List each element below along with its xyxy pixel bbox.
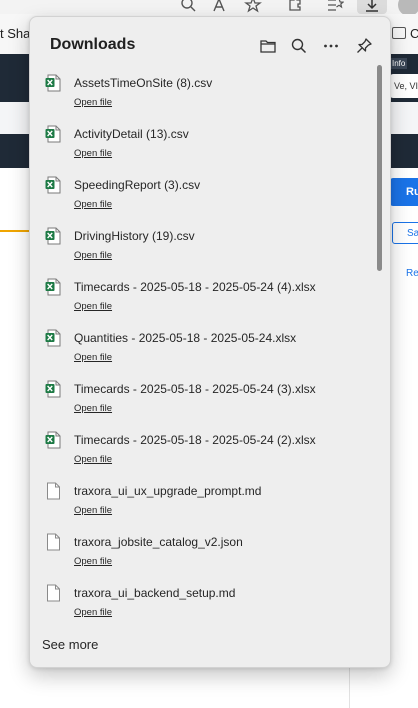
- excel-file-icon: [45, 74, 61, 92]
- open-file-link[interactable]: Open file: [74, 148, 112, 159]
- open-file-link[interactable]: Open file: [74, 250, 112, 261]
- excel-file-icon: [45, 227, 61, 245]
- bookmark-folder[interactable]: C: [410, 26, 418, 41]
- pin-panel-button[interactable]: [353, 35, 375, 57]
- scrollbar[interactable]: [375, 65, 383, 625]
- download-item[interactable]: Timecards - 2025-05-18 - 2025-05-24 (2).…: [30, 424, 375, 475]
- file-name[interactable]: Timecards - 2025-05-18 - 2025-05-24 (4).…: [74, 280, 316, 294]
- download-item[interactable]: AssetsTimeOnSite (8).csv Open file: [30, 67, 375, 118]
- run-report-button[interactable]: Ru: [390, 178, 418, 206]
- file-name[interactable]: traxora_jobsite_catalog_v2.json: [74, 535, 243, 549]
- see-more-link[interactable]: See more: [42, 637, 98, 652]
- open-file-link[interactable]: Open file: [74, 454, 112, 465]
- folder-icon: [260, 40, 276, 53]
- download-item[interactable]: Timecards - 2025-05-18 - 2025-05-24 (3).…: [30, 373, 375, 424]
- bookmark-item[interactable]: t Sha: [0, 26, 30, 41]
- download-arrow-icon: [363, 0, 381, 14]
- open-file-link[interactable]: Open file: [74, 352, 112, 363]
- open-file-link[interactable]: Open file: [74, 97, 112, 108]
- open-file-link[interactable]: Open file: [74, 403, 112, 414]
- browser-toolbar: [0, 0, 418, 16]
- favorite-star-icon[interactable]: [244, 0, 262, 14]
- favorites-list-icon[interactable]: [326, 0, 345, 14]
- excel-file-icon: [45, 125, 61, 143]
- excel-file-icon: [45, 278, 61, 296]
- folder-icon: [392, 27, 406, 39]
- downloads-panel: Downloads AssetsTimeOnSite (8).csv Open f…: [29, 16, 391, 668]
- open-downloads-folder-button[interactable]: [257, 35, 279, 57]
- file-name[interactable]: Quantities - 2025-05-18 - 2025-05-24.xls…: [74, 331, 296, 345]
- download-item[interactable]: traxora_ui_backend_setup.md Open file: [30, 577, 375, 628]
- scrollbar-thumb[interactable]: [377, 65, 382, 271]
- reset-link[interactable]: Re: [406, 268, 418, 279]
- open-file-link[interactable]: Open file: [74, 301, 112, 312]
- excel-file-icon: [45, 431, 61, 449]
- excel-file-icon: [45, 176, 61, 194]
- excel-file-icon: [45, 329, 61, 347]
- document-file-icon: [45, 584, 61, 602]
- download-item[interactable]: DrivingHistory (19).csv Open file: [30, 220, 375, 271]
- vehicle-search-field[interactable]: Ve, VIN, E: [390, 74, 418, 98]
- search-downloads-button[interactable]: [288, 35, 310, 57]
- downloads-list: AssetsTimeOnSite (8).csv Open file Activit…: [30, 67, 375, 628]
- file-name[interactable]: DrivingHistory (19).csv: [74, 229, 195, 243]
- accent-line: [0, 230, 30, 232]
- download-item[interactable]: ActivityDetail (13).csv Open file: [30, 118, 375, 169]
- file-name[interactable]: Timecards - 2025-05-18 - 2025-05-24 (2).…: [74, 433, 316, 447]
- pin-icon: [357, 38, 372, 53]
- save-button[interactable]: Sa: [392, 222, 418, 244]
- excel-file-icon: [45, 380, 61, 398]
- search-icon: [291, 38, 307, 54]
- download-item[interactable]: traxora_ui_ux_upgrade_prompt.md Open file: [30, 475, 375, 526]
- open-file-link[interactable]: Open file: [74, 607, 112, 618]
- open-file-link[interactable]: Open file: [74, 556, 112, 567]
- file-name[interactable]: traxora_ui_backend_setup.md: [74, 586, 235, 600]
- extensions-icon[interactable]: [286, 0, 304, 14]
- open-file-link[interactable]: Open file: [74, 199, 112, 210]
- more-options-button[interactable]: [320, 35, 342, 57]
- download-item[interactable]: traxora_jobsite_catalog_v2.json Open file: [30, 526, 375, 577]
- info-badge: Info: [390, 58, 408, 69]
- file-name[interactable]: ActivityDetail (13).csv: [74, 127, 189, 141]
- document-file-icon: [45, 482, 61, 500]
- open-file-link[interactable]: Open file: [74, 505, 112, 516]
- more-options-icon: [324, 44, 338, 48]
- download-item[interactable]: SpeedingReport (3).csv Open file: [30, 169, 375, 220]
- file-name[interactable]: AssetsTimeOnSite (8).csv: [74, 76, 212, 90]
- file-name[interactable]: SpeedingReport (3).csv: [74, 178, 200, 192]
- document-file-icon: [45, 533, 61, 551]
- read-aloud-icon[interactable]: [212, 0, 230, 14]
- search-icon[interactable]: [180, 0, 198, 14]
- download-item[interactable]: Quantities - 2025-05-18 - 2025-05-24.xls…: [30, 322, 375, 373]
- file-name[interactable]: traxora_ui_ux_upgrade_prompt.md: [74, 484, 261, 498]
- download-item[interactable]: Timecards - 2025-05-18 - 2025-05-24 (4).…: [30, 271, 375, 322]
- file-name[interactable]: Timecards - 2025-05-18 - 2025-05-24 (3).…: [74, 382, 316, 396]
- panel-title: Downloads: [50, 36, 136, 53]
